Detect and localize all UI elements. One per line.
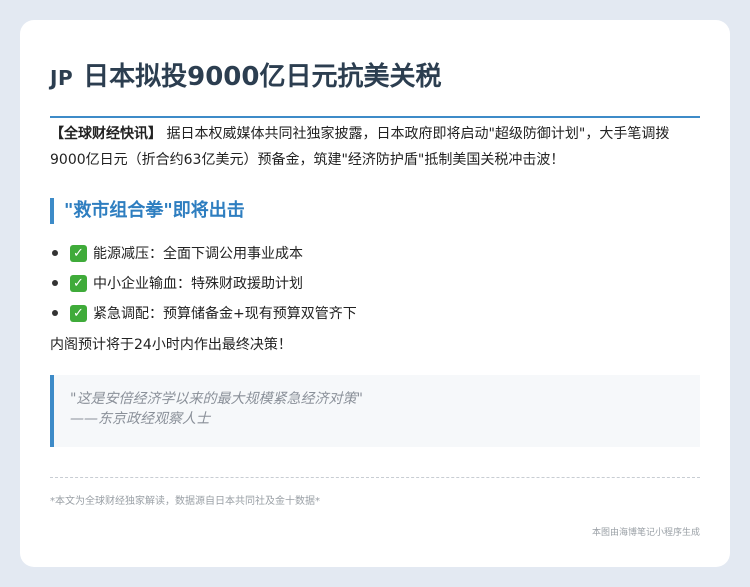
bullet-dot-icon	[52, 250, 58, 256]
footer-divider	[50, 477, 700, 478]
closing-statement: 内阁预计将于24小时内作出最终决策！	[50, 337, 292, 353]
lead-paragraph: 【全球财经快讯】 据日本权威媒体共同社独家披露，日本政府即将启动"超级防御计划"…	[50, 121, 700, 173]
list-item: ✓ 能源减压：全面下调公用事业成本	[50, 238, 357, 268]
list-item-text: 能源减压：全面下调公用事业成本	[93, 246, 303, 262]
check-mark-icon: ✓	[70, 274, 87, 292]
lead-tag: 【全球财经快讯】	[50, 126, 162, 142]
section-heading: "救市组合拳"即将出击	[50, 198, 245, 224]
check-mark-icon: ✓	[70, 304, 87, 322]
flag-code: JP	[50, 66, 74, 90]
generator-credit: 本图由海博笔记小程序生成	[591, 528, 700, 538]
bullet-dot-icon	[52, 310, 58, 316]
bullet-dot-icon	[52, 280, 58, 286]
list-item-text: 中小企业输血：特殊财政援助计划	[93, 276, 303, 292]
source-footnote: *本文为全球财经独家解读，数据源自日本共同社及金十数据*	[50, 496, 320, 507]
bullet-list: ✓ 能源减压：全面下调公用事业成本 ✓ 中小企业输血：特殊财政援助计划 ✓ 紧急…	[50, 238, 357, 328]
title-row: JP 日本拟投9000亿日元抗美关税	[50, 56, 441, 93]
article-card: JP 日本拟投9000亿日元抗美关税 【全球财经快讯】 据日本权威媒体共同社独家…	[20, 20, 730, 567]
quote-attribution: ——东京政经观察人士	[70, 411, 210, 427]
list-item-text: 紧急调配：预算储备金+现有预算双管齐下	[93, 306, 357, 322]
page-title: 日本拟投9000亿日元抗美关税	[83, 62, 442, 92]
check-mark-icon: ✓	[70, 244, 87, 262]
title-divider	[50, 116, 700, 118]
list-item: ✓ 中小企业输血：特殊财政援助计划	[50, 268, 357, 298]
quote-text: "这是安倍经济学以来的最大规模紧急经济对策"	[70, 391, 363, 407]
quote-block: "这是安倍经济学以来的最大规模紧急经济对策" ——东京政经观察人士	[50, 375, 700, 447]
list-item: ✓ 紧急调配：预算储备金+现有预算双管齐下	[50, 298, 357, 328]
